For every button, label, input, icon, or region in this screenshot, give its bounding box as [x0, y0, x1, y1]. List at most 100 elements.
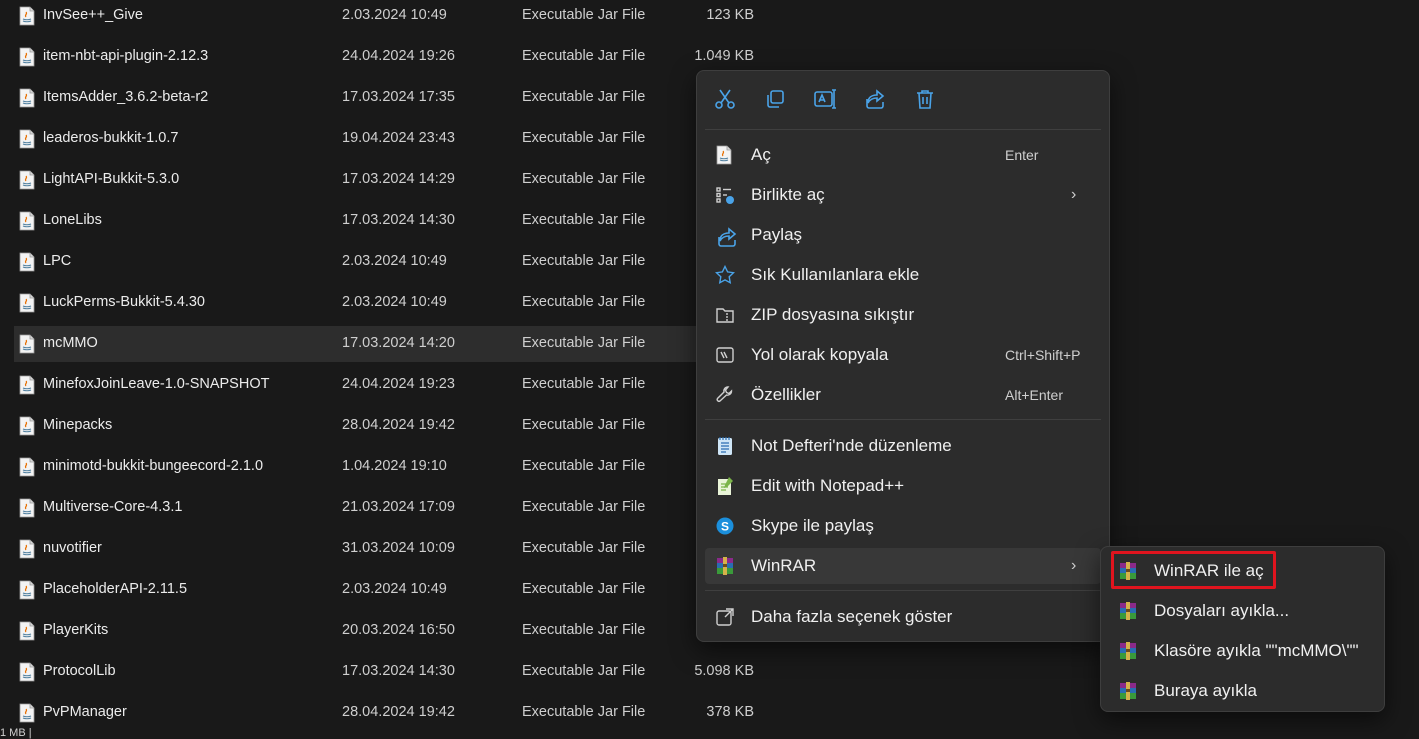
file-name: PlaceholderAPI-2.11.5 [43, 581, 188, 597]
winrar-icon [715, 556, 735, 576]
menu-item[interactable]: Not Defteri'nde düzenleme [705, 428, 1101, 464]
copy-path-icon [715, 345, 735, 365]
file-date: 24.04.2024 19:23 [342, 376, 455, 392]
java-icon [715, 145, 735, 165]
rename-button[interactable] [813, 87, 841, 115]
file-row[interactable]: PvPManager 28.04.2024 19:42 Executable Jar… [14, 695, 1014, 731]
file-date: 28.04.2024 19:42 [342, 417, 455, 433]
share-icon [863, 89, 887, 115]
menu-item[interactable]: Aç Enter [705, 137, 1101, 173]
file-type: Executable Jar File [522, 417, 646, 433]
menu-item-shortcut: Enter [1005, 147, 1039, 163]
copy-icon [763, 90, 787, 115]
file-size: 378 KB [706, 704, 754, 720]
menu-item[interactable]: WinRAR › [705, 548, 1101, 584]
menu-item[interactable]: Edit with Notepad++ [705, 468, 1101, 504]
file-date: 17.03.2024 14:30 [342, 212, 455, 228]
file-name: Multiverse-Core-4.3.1 [43, 499, 183, 515]
menu-item-label: Özellikler [751, 385, 821, 404]
menu-item-shortcut: Alt+Enter [1005, 387, 1063, 403]
file-date: 21.03.2024 17:09 [342, 499, 455, 515]
jar-file-icon [18, 211, 36, 231]
submenu-item[interactable]: Klasöre ayıkla ""mcMMO\"" [1109, 633, 1376, 669]
jar-file-icon [18, 47, 36, 67]
menu-item[interactable]: Daha fazla seçenek göster [705, 599, 1101, 635]
menu-item[interactable]: Yol olarak kopyala Ctrl+Shift+P [705, 337, 1101, 373]
file-date: 28.04.2024 19:42 [342, 704, 455, 720]
submenu-item-label: Dosyaları ayıkla... [1154, 601, 1290, 620]
file-name: ItemsAdder_3.6.2-beta-r2 [43, 89, 209, 105]
menu-item-shortcut: Ctrl+Shift+P [1005, 347, 1081, 363]
submenu-item-label: Klasöre ayıkla ""mcMMO\"" [1154, 641, 1359, 660]
winrar-icon [1118, 601, 1138, 621]
file-date: 20.03.2024 16:50 [342, 622, 455, 638]
jar-file-icon [18, 498, 36, 518]
menu-separator [705, 590, 1101, 591]
jar-file-icon [18, 416, 36, 436]
file-date: 24.04.2024 19:26 [342, 48, 455, 64]
jar-file-icon [18, 703, 36, 723]
file-type: Executable Jar File [522, 294, 646, 310]
file-date: 17.03.2024 14:20 [342, 335, 455, 351]
file-row[interactable]: ProtocolLib 17.03.2024 14:30 Executable Ja… [14, 654, 1014, 690]
menu-item-label: Daha fazla seçenek göster [751, 607, 953, 626]
share-button[interactable] [863, 87, 891, 115]
menu-item[interactable]: Özellikler Alt+Enter [705, 377, 1101, 413]
file-type: Executable Jar File [522, 7, 646, 23]
wrench-icon [715, 385, 735, 405]
menu-item[interactable]: Birlikte aç › [705, 177, 1101, 213]
jar-file-icon [18, 252, 36, 272]
share-icon [715, 225, 737, 247]
submenu-item[interactable]: Dosyaları ayıkla... [1109, 593, 1376, 629]
file-type: Executable Jar File [522, 130, 646, 146]
copy-button[interactable] [763, 87, 791, 115]
file-size: 5.098 KB [694, 663, 754, 679]
menu-separator [705, 129, 1101, 130]
file-date: 17.03.2024 17:35 [342, 89, 455, 105]
submenu-item-label: Buraya ayıkla [1154, 681, 1257, 700]
jar-file-icon [18, 621, 36, 641]
file-type: Executable Jar File [522, 89, 646, 105]
file-type: Executable Jar File [522, 704, 646, 720]
menu-item[interactable]: Paylaş [705, 217, 1101, 253]
file-name: leaderos-bukkit-1.0.7 [43, 130, 179, 146]
menu-item-label: Edit with Notepad++ [751, 476, 905, 495]
menu-item[interactable]: Sık Kullanılanlara ekle [705, 257, 1101, 293]
file-name: nuvotifier [43, 540, 102, 556]
menu-item-label: Paylaş [751, 225, 803, 244]
delete-button[interactable] [913, 87, 941, 115]
file-type: Executable Jar File [522, 540, 646, 556]
winrar-icon [1118, 641, 1138, 661]
jar-file-icon [18, 170, 36, 190]
file-date: 2.03.2024 10:49 [342, 294, 447, 310]
menu-item-label: Not Defteri'nde düzenleme [751, 436, 952, 455]
file-row[interactable]: InvSee++_Give 2.03.2024 10:49 Executable J… [14, 0, 1014, 34]
jar-file-icon [18, 293, 36, 313]
trash-icon [913, 90, 937, 115]
file-name: InvSee++_Give [43, 7, 143, 23]
file-date: 17.03.2024 14:29 [342, 171, 455, 187]
status-bar-text: 1 MB | [0, 727, 32, 739]
file-date: 2.03.2024 10:49 [342, 581, 447, 597]
file-type: Executable Jar File [522, 253, 646, 269]
cut-button[interactable] [713, 87, 741, 115]
menu-item[interactable]: ZIP dosyasına sıkıştır [705, 297, 1101, 333]
file-name: mcMMO [43, 335, 98, 351]
menu-item[interactable]: S Skype ile paylaş [705, 508, 1101, 544]
menu-item-label: Yol olarak kopyala [751, 345, 889, 364]
notepadpp-icon [715, 476, 735, 496]
jar-file-icon [18, 88, 36, 108]
menu-item-label: Skype ile paylaş [751, 516, 874, 535]
file-name: PvPManager [43, 704, 127, 720]
file-type: Executable Jar File [522, 458, 646, 474]
menu-item-label: ZIP dosyasına sıkıştır [751, 305, 915, 324]
more-options-icon [715, 607, 735, 627]
file-type: Executable Jar File [522, 581, 646, 597]
file-date: 31.03.2024 10:09 [342, 540, 455, 556]
jar-file-icon [18, 539, 36, 559]
file-type: Executable Jar File [522, 499, 646, 515]
submenu-item[interactable]: Buraya ayıkla [1109, 673, 1376, 709]
file-date: 2.03.2024 10:49 [342, 7, 447, 23]
jar-file-icon [18, 129, 36, 149]
file-type: Executable Jar File [522, 376, 646, 392]
